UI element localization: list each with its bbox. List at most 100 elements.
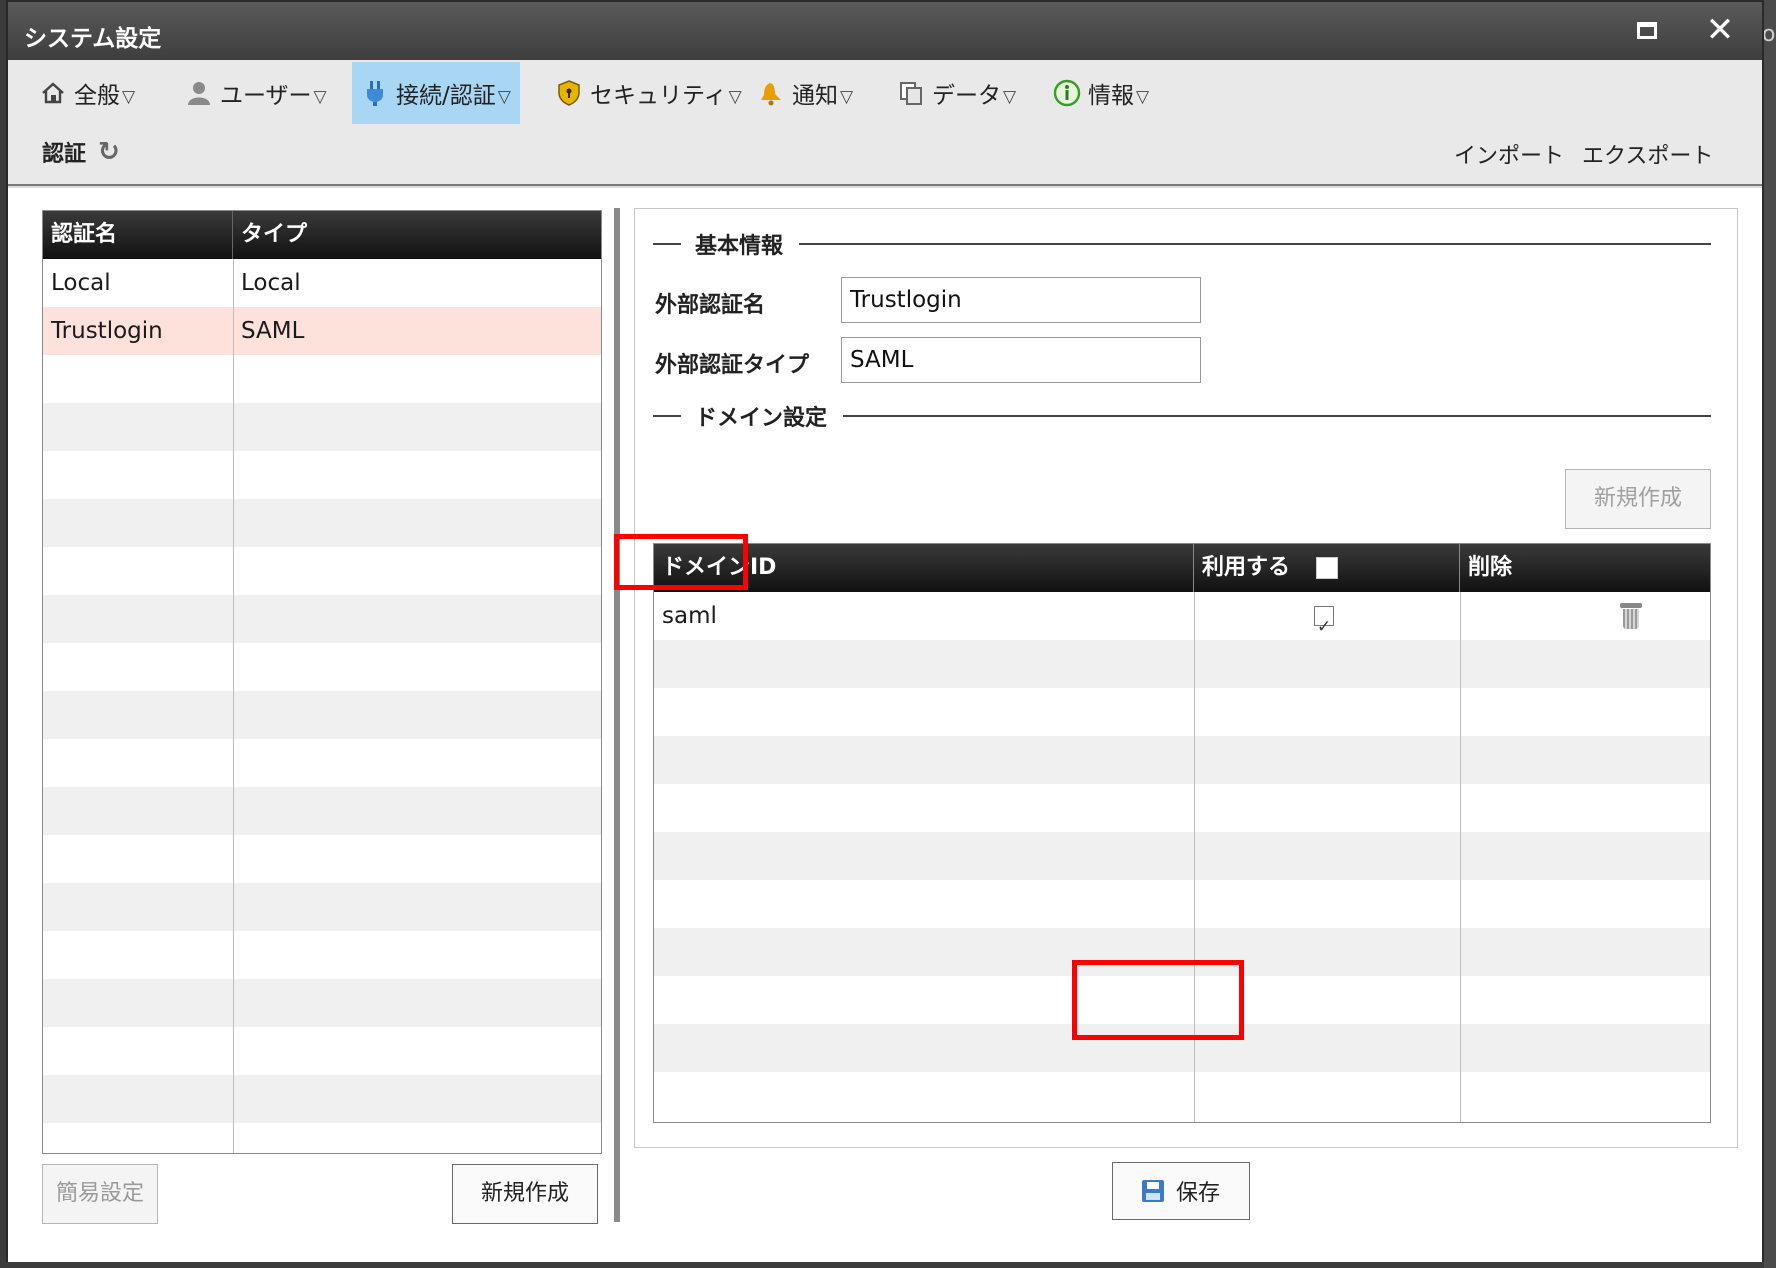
window-title: システム設定 (24, 26, 162, 52)
empty-row (43, 355, 601, 403)
auth-list-table: 認証名 タイプ Local Local Trustlogin SAML (42, 210, 602, 1154)
empty-row (43, 787, 601, 835)
import-link[interactable]: インポート (1454, 138, 1564, 170)
menu-connection-auth[interactable]: 接続/認証 ▽ (352, 62, 520, 124)
dropdown-arrow-icon: ▽ (313, 87, 327, 107)
column-divider (1460, 592, 1461, 1122)
column-header-type[interactable]: タイプ (233, 211, 601, 259)
dropdown-arrow-icon: ▽ (728, 87, 742, 107)
empty-row (654, 688, 1710, 736)
refresh-icon[interactable]: ↻ (98, 137, 120, 167)
menu-label: ユーザー (220, 83, 312, 109)
save-button[interactable]: 保存 (1112, 1162, 1250, 1220)
close-icon: ✕ (1705, 10, 1735, 50)
home-icon (38, 78, 68, 108)
empty-row (654, 832, 1710, 880)
close-button[interactable]: ✕ (1702, 10, 1738, 50)
menu-label: データ (932, 83, 1001, 109)
ext-auth-name-label: 外部認証名 (655, 293, 766, 318)
domain-settings-heading: ドメイン設定 (695, 406, 828, 431)
use-cell (1314, 592, 1334, 651)
menu-label: 接続/認証 (396, 83, 496, 109)
divider-line (653, 415, 681, 417)
table-row[interactable]: Local Local (43, 259, 601, 307)
menu-label: 全般 (74, 83, 120, 109)
menu-label: 通知 (792, 83, 838, 109)
background-window-text: o (1762, 22, 1776, 47)
table-row[interactable]: saml (654, 592, 1710, 651)
panel-splitter[interactable] (614, 208, 620, 1222)
trash-lid (1620, 603, 1642, 608)
export-link[interactable]: エクスポート (1582, 138, 1713, 170)
empty-row (654, 1024, 1710, 1072)
divider-line (843, 415, 1711, 417)
ext-auth-type-field[interactable]: SAML (841, 337, 1201, 383)
empty-row (43, 595, 601, 643)
column-header-use: 利用する (1194, 544, 1460, 592)
user-icon (184, 78, 214, 108)
empty-row (654, 640, 1710, 688)
select-all-checkbox[interactable] (1316, 557, 1339, 579)
column-header-auth-name[interactable]: 認証名 (43, 211, 233, 259)
auth-name-cell: Trustlogin (51, 318, 163, 344)
floppy-disk-icon (1141, 1180, 1164, 1202)
section-title-label: 認証 (42, 142, 87, 167)
empty-row (654, 1072, 1710, 1120)
background-window-edge (1764, 0, 1776, 1268)
trash-can (1623, 609, 1639, 629)
empty-row (654, 928, 1710, 976)
trash-icon[interactable] (1620, 603, 1642, 629)
dropdown-arrow-icon: ▽ (1136, 87, 1150, 107)
dropdown-arrow-icon: ▽ (122, 87, 136, 107)
save-label: 保存 (1175, 1181, 1220, 1206)
empty-row (43, 835, 601, 883)
shield-icon (554, 78, 584, 108)
menu-notification[interactable]: 通知 ▽ (748, 62, 861, 124)
new-auth-button[interactable]: 新規作成 (452, 1164, 598, 1224)
domain-table-header: ドメインID 利用する 削除 (654, 544, 1710, 592)
menu-info[interactable]: 情報 ▽ (1044, 62, 1157, 124)
column-header-domain-id[interactable]: ドメインID (654, 544, 1194, 592)
toolbar: 全般▽ ユーザー▽ 接続/認証▽ セキュリティ▽ 通知▽ データ▽ (8, 60, 1762, 186)
easy-setup-button[interactable]: 簡易設定 (42, 1164, 158, 1224)
section-title: 認証 ↻ (42, 136, 120, 168)
menu-security[interactable]: セキュリティ ▽ (546, 62, 750, 124)
empty-row (654, 976, 1710, 1024)
empty-row (654, 736, 1710, 784)
menu-label: セキュリティ (590, 83, 727, 109)
auth-table-header: 認証名 タイプ (43, 211, 601, 259)
divider-line (653, 243, 681, 245)
new-domain-button[interactable]: 新規作成 (1565, 469, 1711, 529)
menu-label: 情報 (1088, 83, 1134, 109)
maximize-button[interactable] (1632, 16, 1662, 46)
menu-user[interactable]: ユーザー ▽ (176, 62, 335, 124)
menu-data[interactable]: データ ▽ (888, 62, 1024, 124)
auth-type-cell: Local (241, 270, 301, 296)
empty-row (43, 979, 601, 1027)
use-checkbox[interactable] (1314, 603, 1334, 651)
content-area: 認証名 タイプ Local Local Trustlogin SAML 簡易設定… (8, 188, 1762, 1262)
empty-row (43, 499, 601, 547)
column-header-delete: 削除 (1468, 555, 1513, 580)
screen-background: o システム設定 ✕ 全般▽ ユーザー▽ 接続/認証▽ セキュリティ▽ (0, 0, 1776, 1268)
dropdown-arrow-icon: ▽ (1003, 87, 1017, 107)
auth-name-cell: Local (51, 270, 111, 296)
auth-detail-form: 基本情報 外部認証名 Trustlogin 外部認証タイプ SAML ドメイン設… (634, 208, 1738, 1148)
title-bar[interactable]: システム設定 ✕ (8, 2, 1762, 60)
empty-row (654, 784, 1710, 832)
empty-row (43, 883, 601, 931)
divider-line (799, 243, 1711, 245)
ext-auth-name-field[interactable]: Trustlogin (841, 277, 1201, 323)
empty-row (43, 403, 601, 451)
domain-table: ドメインID 利用する 削除 saml (653, 543, 1711, 1123)
empty-row (43, 643, 601, 691)
use-column-label: 利用する (1202, 555, 1291, 580)
empty-row (654, 880, 1710, 928)
empty-row (43, 1027, 601, 1075)
table-row-selected[interactable]: Trustlogin SAML (43, 307, 601, 355)
system-settings-dialog: システム設定 ✕ 全般 ▽ ユーザー ▽ 接続/認証 ▽ セキュリティ ▽ 通知… (6, 0, 1764, 1262)
empty-row (43, 739, 601, 787)
empty-row (43, 451, 601, 499)
menu-general[interactable]: 全般 ▽ (30, 62, 143, 124)
maximize-icon (1637, 22, 1657, 39)
